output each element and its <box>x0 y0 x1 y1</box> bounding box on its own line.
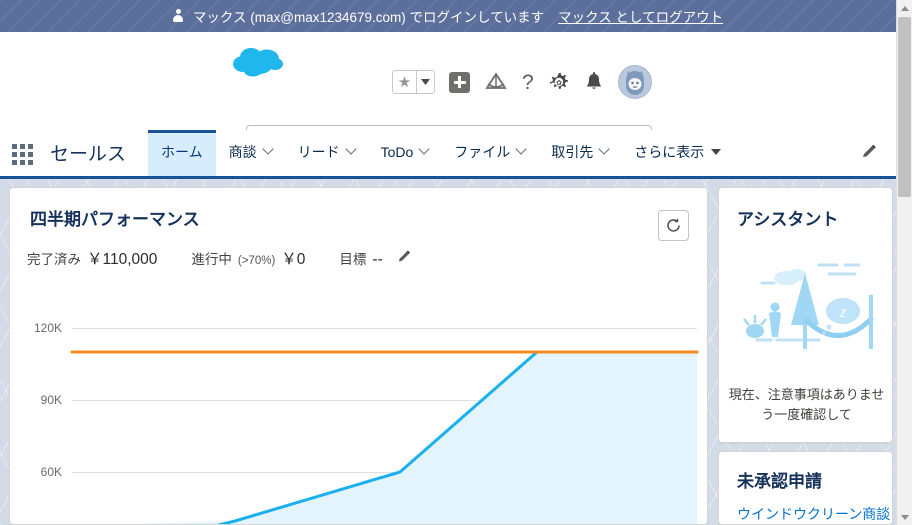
refresh-button[interactable] <box>658 210 689 241</box>
nav-tab-tasks[interactable]: ToDo <box>368 130 442 176</box>
chart-area-fill <box>137 352 697 524</box>
global-actions: ★ ? ✿ <box>392 65 652 99</box>
scroll-up-arrow-icon[interactable] <box>897 0 912 16</box>
chevron-down-icon[interactable] <box>418 142 430 155</box>
chevron-down-icon[interactable] <box>515 142 527 155</box>
nav-tab-opportunities[interactable]: 商談 <box>216 130 285 176</box>
quarterly-performance-card: 四半期パフォーマンス 完了済み ￥110,000 進行中 (>70%) ￥0 目… <box>9 187 708 525</box>
nav-tab-home[interactable]: ホーム <box>148 130 216 176</box>
nav-tab-label: ToDo <box>380 143 414 160</box>
setup-gear-icon[interactable]: ✿ <box>548 71 570 93</box>
nav-tab-files[interactable]: ファイル <box>441 130 538 176</box>
metric-label-open: 進行中 <box>191 252 232 267</box>
metric-sublabel-open: (>70%) <box>237 255 276 267</box>
assistant-card-title: アシスタント <box>737 210 839 229</box>
assistant-empty-text: 現在、注意事項はありませ う一度確認して <box>728 387 885 422</box>
refresh-icon <box>667 218 680 232</box>
approval-card-title: 未承認申請 <box>737 472 822 491</box>
chart-svg <box>70 328 699 524</box>
chatter-icon[interactable] <box>484 71 508 93</box>
user-avatar[interactable] <box>617 65 652 99</box>
nav-tab-label: 取引先 <box>551 143 594 160</box>
global-create-icon[interactable] <box>449 71 470 93</box>
metric-label-closed: 完了済み <box>27 252 81 267</box>
notifications-bell-icon[interactable] <box>584 71 604 93</box>
nav-tab-accounts[interactable]: 取引先 <box>538 130 621 176</box>
performance-chart: 120K 90K 60K 30K <box>10 321 707 524</box>
nav-tab-label: 商談 <box>228 143 257 160</box>
salesforce-cloud-logo[interactable] <box>231 44 289 78</box>
favorites-star-icon[interactable]: ★ <box>393 71 416 93</box>
nav-edit-pencil-icon[interactable] <box>861 130 896 176</box>
svg-text:z: z <box>839 304 847 320</box>
chevron-down-icon[interactable] <box>598 142 610 155</box>
nav-tab-label: リード <box>297 143 340 160</box>
approval-requests-card: 未承認申請 ウインドウクリーン商談 <box>718 451 893 525</box>
assistant-card: アシスタント z 現在、注意事項はありませ う一度確認して <box>718 187 893 443</box>
favorites-caret-icon[interactable] <box>416 71 434 93</box>
help-icon[interactable]: ? <box>522 72 534 93</box>
app-root: マックス (max@max1234679.com) でログインしています マック… <box>0 0 912 525</box>
login-as-message: マックス (max@max1234679.com) でログインしています <box>192 10 545 25</box>
login-as-banner: マックス (max@max1234679.com) でログインしています マック… <box>0 0 896 32</box>
nav-tab-more[interactable]: さらに表示 <box>621 130 734 176</box>
chevron-down-icon[interactable] <box>261 142 274 155</box>
app-navigation-bar: セールス ホーム 商談 リード ToDo ファイル 取引先 さらに表示 <box>0 130 896 179</box>
nav-tab-label: さらに表示 <box>634 143 705 160</box>
favorites-group[interactable]: ★ <box>392 70 435 94</box>
scrollbar-thumb[interactable] <box>898 17 911 197</box>
metric-label-goal: 目標 <box>339 252 367 267</box>
assistant-empty-state-illustration: z <box>719 243 892 368</box>
goal-edit-pencil-icon[interactable] <box>397 249 412 264</box>
global-header: ★ ? ✿ <box>0 32 896 156</box>
scroll-down-arrow-icon[interactable] <box>897 509 912 525</box>
approval-request-link[interactable]: ウインドウクリーン商談 <box>719 492 892 524</box>
chevron-down-icon[interactable] <box>344 142 357 155</box>
person-icon <box>173 8 184 24</box>
logout-link[interactable]: マックス としてログアウト <box>558 6 723 26</box>
nav-tab-leads[interactable]: リード <box>285 130 368 176</box>
perf-card-header: 四半期パフォーマンス <box>10 188 707 230</box>
metric-value-closed: ￥110,000 <box>87 251 158 268</box>
page-body: 四半期パフォーマンス 完了済み ￥110,000 進行中 (>70%) ￥0 目… <box>0 179 896 525</box>
perf-metrics-row: 完了済み ￥110,000 進行中 (>70%) ￥0 目標 -- <box>10 230 707 269</box>
app-launcher-waffle-icon[interactable] <box>0 130 44 176</box>
app-name-sales[interactable]: セールス <box>44 130 148 176</box>
vertical-scrollbar[interactable] <box>896 0 912 525</box>
svg-text:✿: ✿ <box>556 80 562 87</box>
caret-down-icon[interactable] <box>711 148 722 155</box>
nav-tab-label: ファイル <box>454 143 511 160</box>
nav-tab-label: ホーム <box>161 143 203 160</box>
page-title: 四半期パフォーマンス <box>30 210 200 229</box>
metric-value-open: ￥0 <box>281 251 306 268</box>
metric-value-goal: -- <box>372 251 383 268</box>
